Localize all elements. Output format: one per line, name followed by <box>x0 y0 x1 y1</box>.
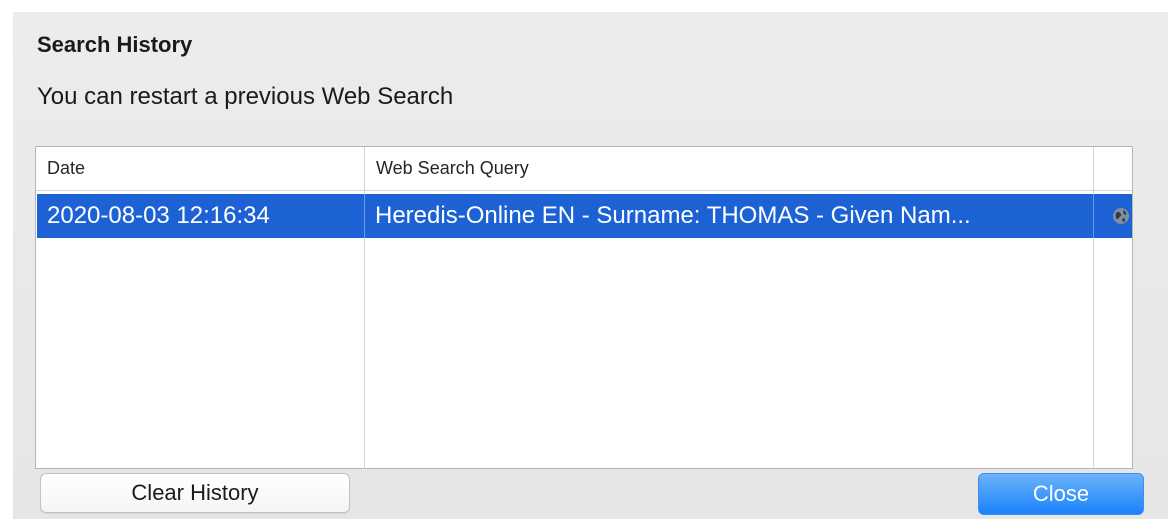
cell-divider <box>1093 194 1094 238</box>
table-row[interactable]: 2020-08-03 12:16:34 Heredis-Online EN - … <box>37 194 1132 238</box>
column-header-date[interactable]: Date <box>36 147 364 190</box>
date-cell: 2020-08-03 12:16:34 <box>47 202 270 229</box>
clear-history-button[interactable]: Clear History <box>40 473 350 513</box>
dialog-subtitle: You can restart a previous Web Search <box>37 83 454 110</box>
search-history-table[interactable]: Date Web Search Query 2020-08-03 12:16:3… <box>35 146 1133 469</box>
query-cell: Heredis-Online EN - Surname: THOMAS - Gi… <box>375 202 971 229</box>
dialog-title: Search History <box>37 32 193 57</box>
search-history-dialog: Search History You can restart a previou… <box>13 12 1168 519</box>
column-header-query[interactable]: Web Search Query <box>365 147 1093 190</box>
globe-icon[interactable] <box>1112 207 1130 225</box>
table-header: Date Web Search Query <box>36 147 1132 469</box>
close-button[interactable]: Close <box>978 473 1144 515</box>
